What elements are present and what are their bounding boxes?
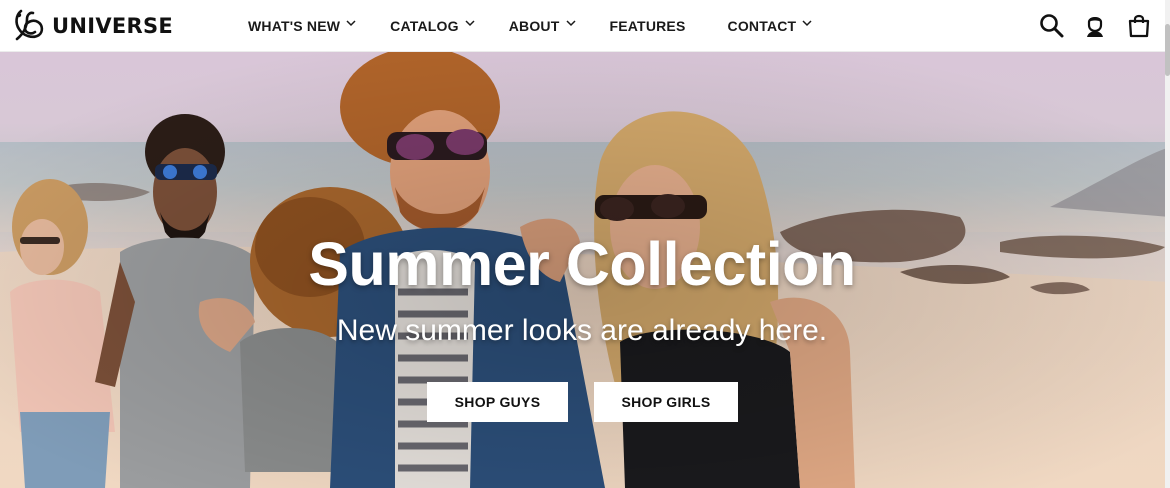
chevron-down-icon	[346, 20, 356, 27]
nav-item-whats-new[interactable]: WHAT'S NEW	[248, 0, 356, 52]
nav-label: CONTACT	[727, 18, 797, 34]
main-nav: WHAT'S NEW CATALOG ABOUT FEATURES CONTAC…	[248, 0, 812, 52]
hero-title: Summer Collection	[308, 230, 856, 298]
search-icon	[1040, 14, 1064, 38]
nav-label: ABOUT	[508, 18, 560, 34]
brand-name: UNIVERSE	[52, 14, 174, 38]
nav-item-about[interactable]: ABOUT	[509, 0, 576, 52]
nav-label: WHAT'S NEW	[248, 18, 341, 34]
brand-logo[interactable]: UNIVERSE	[13, 9, 173, 43]
nav-label: FEATURES	[609, 18, 686, 34]
shop-girls-button[interactable]: SHOP GIRLS	[594, 382, 738, 422]
hero-banner: Summer Collection New summer looks are a…	[0, 52, 1170, 488]
page-scrollbar[interactable]	[1165, 0, 1170, 488]
universe-logo-icon	[15, 9, 44, 41]
nav-item-features[interactable]: FEATURES	[610, 0, 686, 52]
nav-item-catalog[interactable]: CATALOG	[390, 0, 475, 52]
shop-guys-button[interactable]: SHOP GUYS	[427, 382, 568, 422]
account-button[interactable]	[1081, 12, 1109, 40]
search-button[interactable]	[1038, 12, 1066, 40]
account-icon	[1087, 17, 1103, 37]
hero-subtitle: New summer looks are already here.	[336, 314, 828, 347]
shopping-bag-icon	[1128, 14, 1150, 38]
nav-item-contact[interactable]: CONTACT	[728, 0, 813, 52]
chevron-down-icon	[802, 20, 812, 27]
chevron-down-icon	[465, 20, 475, 27]
nav-label: CATALOG	[390, 18, 459, 34]
scrollbar-thumb[interactable]	[1165, 24, 1170, 76]
site-header: UNIVERSE WHAT'S NEW CATALOG ABOUT FEATUR…	[0, 0, 1170, 52]
cart-button[interactable]	[1125, 12, 1153, 40]
chevron-down-icon	[565, 20, 576, 27]
